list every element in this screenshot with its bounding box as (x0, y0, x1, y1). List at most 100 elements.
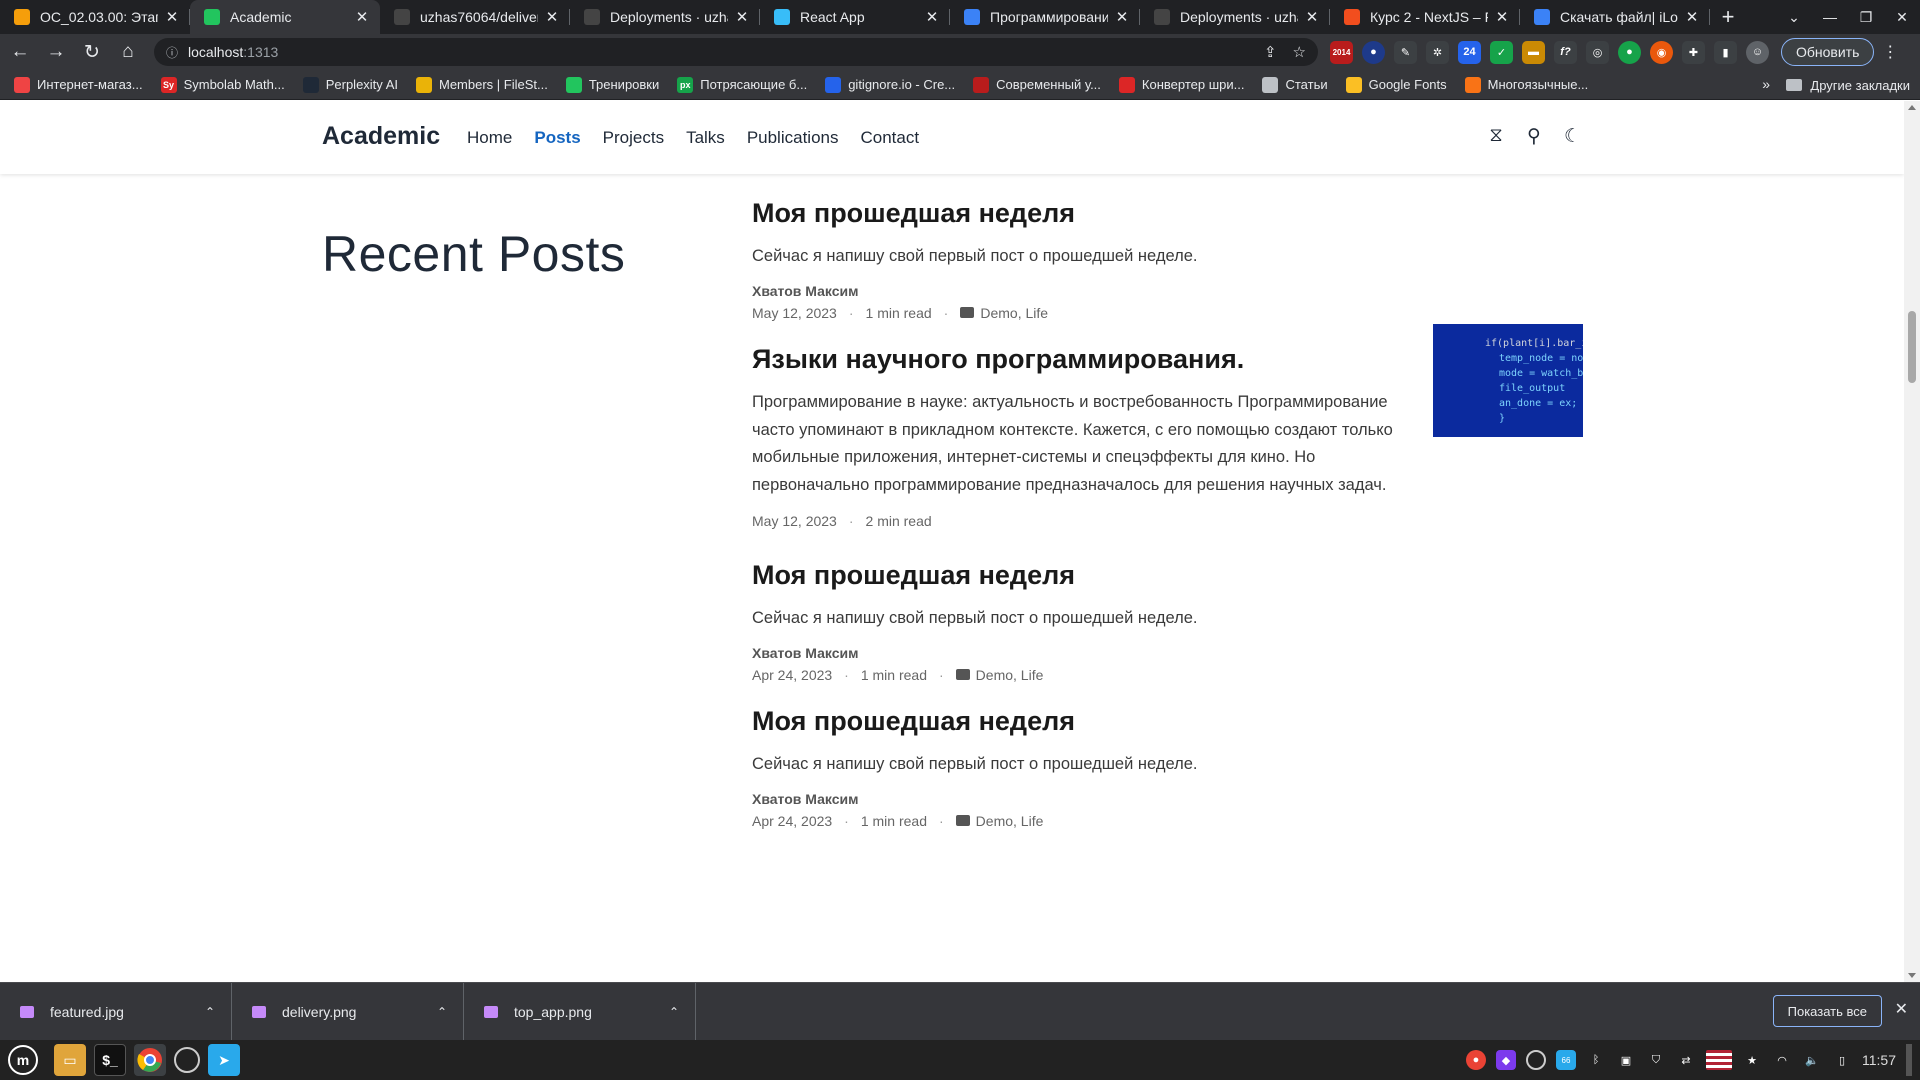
browser-tab[interactable]: React App ✕ (760, 0, 950, 34)
bookmark-item[interactable]: Интернет-магаз... (14, 76, 143, 93)
post-title[interactable]: Моя прошедшая неделя (752, 198, 1584, 229)
bookmark-star-icon[interactable]: ☆ (1293, 43, 1306, 61)
post-author[interactable]: Хватов Максим (752, 283, 1584, 299)
calendar-extension-icon[interactable]: 2014 (1330, 40, 1353, 64)
home-icon[interactable]: ⌂ (112, 36, 144, 68)
formula-extension-icon[interactable]: f? (1554, 40, 1577, 64)
nav-link-posts[interactable]: Posts (534, 128, 580, 148)
clock[interactable]: 11:57 (1862, 1052, 1896, 1068)
app-tray-icon[interactable]: ◆ (1496, 1050, 1516, 1070)
shield-extension-icon[interactable]: ✓ (1490, 40, 1513, 64)
post-categories[interactable]: Demo, Life (976, 667, 1044, 683)
other-bookmarks[interactable]: Другие закладки (1786, 70, 1910, 100)
forward-icon[interactable]: → (40, 36, 72, 68)
chevron-up-icon[interactable]: ⌃ (205, 1005, 215, 1019)
post-featured-image[interactable]: if(plant[i].bar_it temp_node = node; mode … (1433, 324, 1583, 437)
browser-tab[interactable]: Academic ✕ (190, 0, 380, 34)
search-icon[interactable]: ⚲ (1526, 125, 1542, 148)
menu-kebab-icon[interactable]: ⋮ (1878, 42, 1902, 62)
post-title[interactable]: Моя прошедшая неделя (752, 706, 1584, 737)
bookmarks-overflow-icon[interactable]: » (1762, 76, 1770, 92)
bookmark-item[interactable]: Members | FileSt... (415, 76, 548, 93)
close-tab-icon[interactable]: ✕ (1494, 8, 1510, 26)
bookmark-item[interactable]: Современный у... (973, 76, 1101, 93)
extension-icon[interactable]: ✲ (1426, 40, 1449, 64)
download-item[interactable]: top_app.png ⌃ (464, 982, 696, 1041)
nav-link-publications[interactable]: Publications (747, 128, 839, 148)
scrollbar[interactable] (1904, 101, 1920, 982)
share-icon[interactable]: ⇪ (1264, 43, 1277, 61)
hourglass-icon[interactable]: ⧖ (1488, 125, 1504, 148)
bookmark-item[interactable]: Perplexity AI (302, 76, 398, 93)
star-icon[interactable]: ★ (1742, 1050, 1762, 1070)
update-button[interactable]: Обновить (1781, 38, 1875, 66)
bookmark-item[interactable]: Google Fonts (1345, 76, 1447, 93)
close-tab-icon[interactable]: ✕ (544, 8, 560, 26)
site-brand[interactable]: Academic (322, 122, 440, 151)
show-desktop-button[interactable] (1906, 1044, 1912, 1076)
obs-tray-icon[interactable] (1526, 1050, 1546, 1070)
terminal-icon[interactable]: $_ (94, 1044, 126, 1076)
download-item[interactable]: delivery.png ⌃ (232, 982, 464, 1041)
close-download-bar-icon[interactable]: ✕ (1895, 999, 1908, 1019)
bookmark-item[interactable]: Конвертер шри... (1118, 76, 1244, 93)
back-icon[interactable]: ← (4, 36, 36, 68)
chevron-up-icon[interactable]: ⌃ (669, 1005, 679, 1019)
site-info-icon[interactable]: ⓘ (166, 44, 178, 61)
browser-tab[interactable]: Deployments · uzhas76 ✕ (570, 0, 760, 34)
nav-link-contact[interactable]: Contact (860, 128, 919, 148)
download-item[interactable]: featured.jpg ⌃ (0, 982, 232, 1041)
obs-icon[interactable] (174, 1047, 200, 1073)
close-tab-icon[interactable]: ✕ (1114, 8, 1130, 26)
close-tab-icon[interactable]: ✕ (924, 8, 940, 26)
browser-tab[interactable]: Программирование ✕ (950, 0, 1140, 34)
close-tab-icon[interactable]: ✕ (734, 8, 750, 26)
battery-icon[interactable]: ▯ (1832, 1050, 1852, 1070)
chrome-tray-icon[interactable]: ● (1466, 1050, 1486, 1070)
network-icon[interactable]: ⇄ (1676, 1050, 1696, 1070)
reload-icon[interactable]: ↻ (76, 36, 108, 68)
bookmark-item[interactable]: Статьи (1262, 76, 1328, 93)
post-author[interactable]: Хватов Максим (752, 645, 1584, 661)
files-icon[interactable]: ▭ (54, 1044, 86, 1076)
shield-tray-icon[interactable]: ⛉ (1646, 1050, 1666, 1070)
maximize-icon[interactable]: ❐ (1848, 9, 1884, 26)
bookmark-item[interactable]: Тренировки (565, 76, 659, 93)
post-title[interactable]: Моя прошедшая неделя (752, 560, 1584, 591)
chrome-icon[interactable] (134, 1044, 166, 1076)
post-categories[interactable]: Demo, Life (976, 813, 1044, 829)
wifi-icon[interactable]: ◠ (1772, 1050, 1792, 1070)
volume-icon[interactable]: 🔈 (1802, 1050, 1822, 1070)
bluetooth-icon[interactable]: ᛒ (1586, 1050, 1606, 1070)
close-tab-icon[interactable]: ✕ (1684, 8, 1700, 26)
browser-tab[interactable]: Deployments · uzhas7 ✕ (1140, 0, 1330, 34)
side-panel-icon[interactable]: ▮ (1714, 40, 1737, 64)
extension-icon[interactable]: ▬ (1522, 40, 1545, 64)
scrollbar-thumb[interactable] (1908, 311, 1916, 383)
chevron-up-icon[interactable]: ⌃ (437, 1005, 447, 1019)
extension-icon[interactable]: ◉ (1650, 40, 1673, 64)
extension-icon[interactable]: ● (1618, 40, 1641, 64)
extension-icon[interactable]: 24 (1458, 40, 1481, 64)
extension-icon[interactable]: ✎ (1394, 40, 1417, 64)
nav-link-talks[interactable]: Talks (686, 128, 725, 148)
post-categories[interactable]: Demo, Life (980, 305, 1048, 321)
nav-link-projects[interactable]: Projects (603, 128, 664, 148)
telegram-tray-icon[interactable]: 66 (1556, 1050, 1576, 1070)
scroll-down-arrow-icon[interactable] (1908, 973, 1916, 978)
profile-avatar-icon[interactable]: ☺ (1746, 40, 1769, 64)
extension-icon[interactable]: ● (1362, 40, 1385, 64)
close-tab-icon[interactable]: ✕ (164, 8, 180, 26)
tab-search-icon[interactable]: ⌄ (1776, 9, 1812, 26)
new-tab-button[interactable]: + (1710, 0, 1746, 34)
address-bar[interactable]: ⓘ localhost:1313 ⇪ ☆ (154, 38, 1318, 66)
extension-icon[interactable]: ◎ (1586, 40, 1609, 64)
close-tab-icon[interactable]: ✕ (1304, 8, 1320, 26)
telegram-icon[interactable]: ➤ (208, 1044, 240, 1076)
scroll-up-arrow-icon[interactable] (1908, 105, 1916, 110)
bookmark-item[interactable]: Многоязычные... (1464, 76, 1588, 93)
browser-tab[interactable]: Скачать файл| iLove ✕ (1520, 0, 1710, 34)
close-window-icon[interactable]: ✕ (1884, 9, 1920, 26)
keyboard-layout-us-icon[interactable] (1706, 1050, 1732, 1070)
dark-mode-moon-icon[interactable]: ☾ (1564, 125, 1581, 148)
